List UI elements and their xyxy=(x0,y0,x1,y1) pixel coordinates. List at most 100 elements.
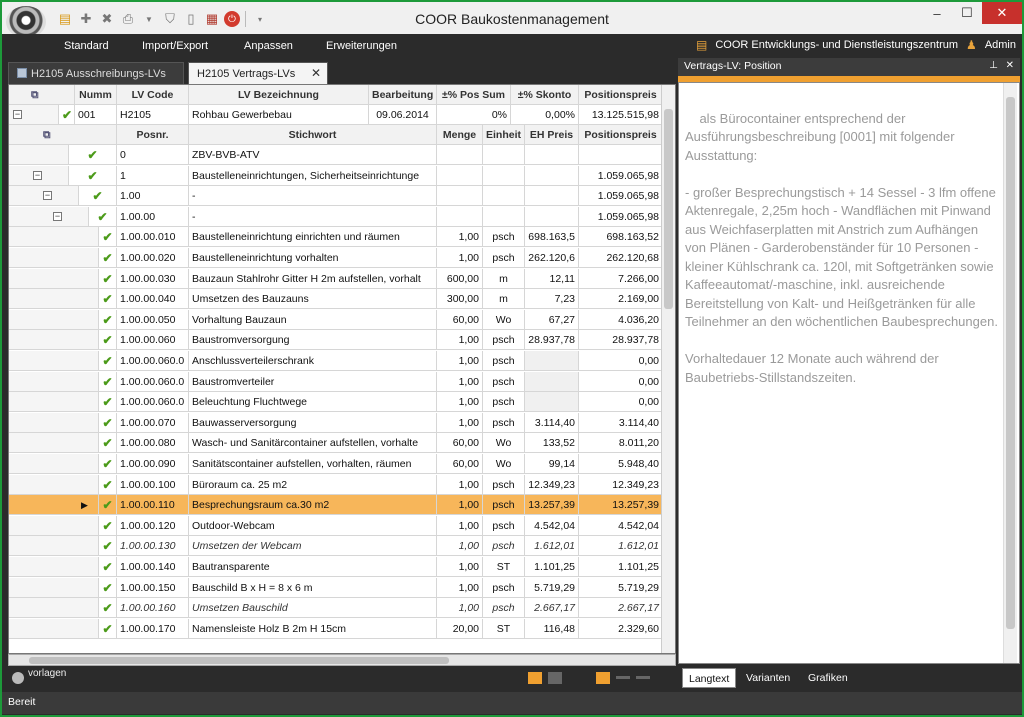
window-title: COOR Baukostenmanagement xyxy=(415,11,609,27)
tab-ausschreibungs-lvs[interactable]: H2105 Ausschreibungs-LVs xyxy=(8,62,184,84)
table-row[interactable]: ▶ ✔ 1.00.00.110 Besprechungsraum ca.30 m2 1,… xyxy=(9,495,663,515)
lv-grid[interactable]: ⧉ Numm LV Code LV Bezeichnung Bearbeitun… xyxy=(8,84,676,654)
close-icon[interactable]: ✕ xyxy=(982,2,1022,24)
bottom-strip: vorlagen xyxy=(8,666,676,690)
check-icon: ✔ xyxy=(99,598,117,618)
tab-close-icon[interactable]: ✕ xyxy=(311,66,321,80)
window-controls: – ☐ ✕ xyxy=(922,2,1022,24)
col-posnr[interactable]: Posnr. xyxy=(117,125,189,145)
table-row[interactable]: ✔ 1.00.00.140 Bautransparente 1,00 ST 1.101,2… xyxy=(9,557,663,577)
scroll-thumb[interactable] xyxy=(664,109,673,309)
col-positionspreis[interactable]: Positionspreis xyxy=(579,85,663,105)
table-row[interactable]: ✔ 1.00.00.020 Baustelleneinrichtung vorhal… xyxy=(9,248,663,268)
col-lv-code[interactable]: LV Code xyxy=(117,85,189,105)
col-stichwort[interactable]: Stichwort xyxy=(189,125,437,145)
tab-varianten[interactable]: Varianten xyxy=(740,668,796,688)
collapse-icon[interactable]: − xyxy=(43,191,52,200)
company-name: COOR Entwicklungs- und Dienstleistungsze… xyxy=(715,39,959,51)
check-icon: ✔ xyxy=(99,372,117,392)
col-pos-positionspreis[interactable]: Positionspreis xyxy=(579,125,663,145)
col-eh-preis[interactable]: EH Preis xyxy=(525,125,579,145)
check-icon: ✔ xyxy=(69,145,117,165)
table-row[interactable]: ✔ 1.00.00.150 Bauschild B x H = 8 x 6 m 1,0… xyxy=(9,578,663,598)
column-chooser-icon[interactable]: ⧉ xyxy=(9,85,75,105)
table-row[interactable]: ✔ 1.00.00.060.0 Baustromverteiler 1,00 psch 0… xyxy=(9,372,663,392)
langtext-scroll-thumb[interactable] xyxy=(1006,97,1015,629)
table-row[interactable]: − ✔ 1.00.00-1.059.065,98 xyxy=(9,207,663,227)
table-row[interactable]: ✔ 1.00.00.130 Umsetzen der Webcam 1,00 psch 1… xyxy=(9,536,663,556)
menu-standard[interactable]: Standard xyxy=(64,40,109,52)
check-icon: ✔ xyxy=(99,557,117,577)
check-icon: ✔ xyxy=(99,454,117,474)
position-panel-header: Vertrags-LV: Position ⊥ ✕ xyxy=(678,58,1020,76)
view-detail-icon[interactable] xyxy=(596,672,610,684)
langtext-scrollbar[interactable] xyxy=(1003,83,1017,663)
table-row[interactable]: ✔ 0 ZBV-BVB-ATV xyxy=(9,145,663,165)
col-numm[interactable]: Numm xyxy=(75,85,117,105)
col-einheit[interactable]: Einheit xyxy=(483,125,525,145)
table-row[interactable]: ✔ 1.00.00.080 Wasch- und Sanitärcontainer … xyxy=(9,433,663,453)
vorlagen-label[interactable]: vorlagen xyxy=(28,668,66,679)
check-icon: ✔ xyxy=(99,516,117,536)
title-bar: ▤ ✚ ✖ ⎙ ▼ ⛉ ▯ ▦ ⏻ ▾ COOR Baukostenmanage… xyxy=(2,2,1022,38)
view-minimal-icon[interactable] xyxy=(636,676,650,679)
panel-close-icon[interactable]: ✕ xyxy=(1006,60,1014,71)
lv-row[interactable]: − ✔ 001 H2105 Rohbau Gewerbebau 09.06.20… xyxy=(9,105,663,125)
collapse-icon[interactable]: − xyxy=(53,212,62,221)
tab-langtext[interactable]: Langtext xyxy=(682,668,737,688)
table-row[interactable]: ✔ 1.00.00.060.0 Anschlussverteilerschrank 1… xyxy=(9,351,663,371)
table-row[interactable]: ✔ 1.00.00.050 Vorhaltung Bauzaun 60,00 Wo 67,… xyxy=(9,310,663,330)
menu-erweiterungen[interactable]: Erweiterungen xyxy=(326,40,397,52)
user-name[interactable]: Admin xyxy=(985,39,1016,51)
table-row[interactable]: ✔ 1.00.00.030 Bauzaun Stahlrohr Gitter H 2… xyxy=(9,269,663,289)
check-icon: ✔ xyxy=(99,351,117,371)
menu-anpassen[interactable]: Anpassen xyxy=(244,40,293,52)
position-panel-tabs: Langtext Varianten Grafiken xyxy=(678,668,1020,688)
table-row[interactable]: − ✔ 1 Baustelleneinrichtungen, Sicherheitse… xyxy=(9,166,663,186)
current-row-icon: ▶ xyxy=(81,500,88,510)
tab-vertrags-lvs[interactable]: H2105 Vertrags-LVs ✕ xyxy=(188,62,328,84)
check-icon: ✔ xyxy=(99,248,117,268)
minimize-icon[interactable]: – xyxy=(922,2,952,24)
view-compact-icon[interactable] xyxy=(616,676,630,679)
table-row[interactable]: ✔ 1.00.00.170 Namensleiste Holz B 2m H 15c… xyxy=(9,619,663,639)
check-icon: ✔ xyxy=(89,207,117,227)
check-icon: ✔ xyxy=(99,269,117,289)
lv-header-row: ⧉ Numm LV Code LV Bezeichnung Bearbeitun… xyxy=(9,85,663,105)
maximize-icon[interactable]: ☐ xyxy=(952,2,982,24)
collapse-icon[interactable]: − xyxy=(13,110,22,119)
langtext-content[interactable]: als Bürocontainer entsprechend der Ausfü… xyxy=(678,82,1020,664)
table-row[interactable]: ✔ 1.00.00.060.0 Beleuchtung Fluchtwege 1,00… xyxy=(9,392,663,412)
table-row[interactable]: ✔ 1.00.00.120 Outdoor-Webcam 1,00 psch 4.542,… xyxy=(9,516,663,536)
view-tree-icon[interactable] xyxy=(528,672,542,684)
col-bearbeitung[interactable]: Bearbeitung xyxy=(369,85,437,105)
table-row[interactable]: ✔ 1.00.00.090 Sanitätscontainer aufstellen… xyxy=(9,454,663,474)
table-row[interactable]: ✔ 1.00.00.160 Umsetzen Bauschild 1,00 psch 2.… xyxy=(9,598,663,618)
col-menge[interactable]: Menge xyxy=(437,125,483,145)
status-text: Bereit xyxy=(8,696,36,708)
table-row[interactable]: ✔ 1.00.00.070 Bauwasserversorgung 1,00 psch 3… xyxy=(9,413,663,433)
grid-vertical-scrollbar[interactable] xyxy=(661,85,675,653)
table-row[interactable]: ✔ 1.00.00.060 Baustromversorgung 1,00 psch 28… xyxy=(9,330,663,350)
table-row[interactable]: − ✔ 1.00-1.059.065,98 xyxy=(9,186,663,206)
vorlagen-icon[interactable] xyxy=(12,672,24,684)
menu-bar: Standard Import/Export Anpassen Erweiter… xyxy=(2,34,1022,58)
col-lv-bezeichnung[interactable]: LV Bezeichnung xyxy=(189,85,369,105)
collapse-icon[interactable]: − xyxy=(33,171,42,180)
pin-icon[interactable]: ⊥ xyxy=(989,60,998,71)
tab-grafiken[interactable]: Grafiken xyxy=(802,668,854,688)
table-row[interactable]: ✔ 1.00.00.010 Baustelleneinrichtung einric… xyxy=(9,227,663,247)
menu-import-export[interactable]: Import/Export xyxy=(142,40,208,52)
position-column-chooser-icon[interactable]: ⧉ xyxy=(9,125,117,145)
check-icon: ✔ xyxy=(69,166,117,186)
hscroll-thumb[interactable] xyxy=(29,657,449,664)
view-list-icon[interactable] xyxy=(548,672,562,684)
status-bar: Bereit xyxy=(2,692,1022,714)
col-pos-sum[interactable]: ±% Pos Sum xyxy=(437,85,511,105)
table-row[interactable]: ✔ 1.00.00.100 Büroraum ca. 25 m2 1,00 psch 12… xyxy=(9,475,663,495)
table-row[interactable]: ✔ 1.00.00.040 Umsetzen des Bauzauns 300,00 m… xyxy=(9,289,663,309)
col-skonto[interactable]: ±% Skonto xyxy=(511,85,579,105)
grid-horizontal-scrollbar[interactable] xyxy=(8,654,676,666)
lv-icon xyxy=(17,68,27,78)
check-icon: ✔ xyxy=(99,413,117,433)
